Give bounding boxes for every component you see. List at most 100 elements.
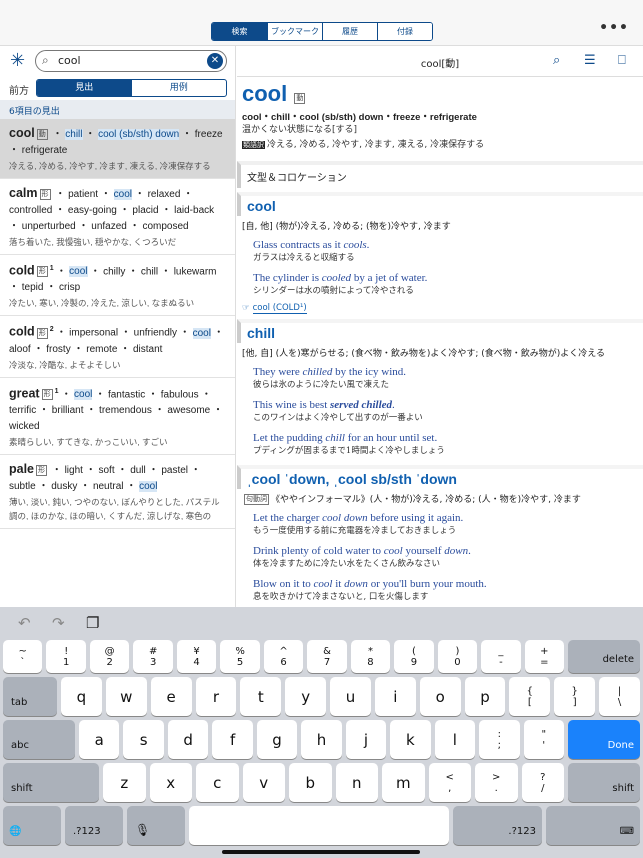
wildcard-icon[interactable]: ✳ — [10, 50, 25, 71]
subentry: ˌcool ˈdown, ˌcool sb/sth ˈdown 句動詞 《ややインフ… — [237, 465, 643, 607]
key[interactable]: z — [103, 763, 146, 802]
search-input[interactable]: ⌕ cool ✕ — [35, 50, 227, 72]
shift-key-right[interactable]: shift — [568, 763, 640, 802]
result-item[interactable]: great 形 1 ・ cool ・ fantastic ・ fabulous ・ … — [0, 378, 235, 455]
key[interactable]: t — [240, 677, 282, 716]
key[interactable]: ) 0 — [437, 640, 478, 673]
key[interactable]: + = — [524, 640, 565, 673]
result-item[interactable]: cool 動 ・ chill ・ cool (sb/sth) down ・ fre… — [0, 119, 235, 179]
key[interactable]: ? / — [521, 763, 564, 802]
key[interactable]: p — [464, 677, 506, 716]
key[interactable]: y — [285, 677, 327, 716]
key[interactable]: r — [195, 677, 237, 716]
done-key[interactable]: Done — [567, 720, 640, 759]
key[interactable]: ^ 6 — [263, 640, 304, 673]
ellipsis-icon[interactable]: ••• — [599, 20, 629, 36]
synonym: cool — [192, 327, 211, 339]
numbers-key-left[interactable]: .?123 — [65, 806, 123, 845]
mode-examples[interactable]: 用例 — [132, 80, 227, 96]
tab-appendix[interactable]: 付録 — [377, 23, 432, 40]
result-item[interactable]: calm 形 ・ patient ・ cool ・ relaxed ・ contr… — [0, 179, 235, 255]
key-shift-char: : — [497, 728, 501, 740]
delete-key[interactable]: delete — [568, 640, 641, 673]
key[interactable]: @2 — [89, 640, 130, 673]
key[interactable]: m — [382, 763, 425, 802]
key[interactable]: b — [289, 763, 332, 802]
key[interactable]: o — [419, 677, 461, 716]
key[interactable]: | \ — [599, 677, 640, 716]
bookmark-icon[interactable]: ⎕ — [618, 53, 626, 68]
key[interactable]: l — [434, 720, 476, 759]
result-item[interactable]: cold 形 1 ・ cool ・ chilly ・ chill ・ lukewar… — [0, 255, 235, 317]
shift-key-left[interactable]: shift — [3, 763, 99, 802]
key[interactable]: c — [196, 763, 239, 802]
key[interactable]: h — [301, 720, 342, 759]
key[interactable]: j — [345, 720, 387, 759]
key[interactable]: % 5 — [220, 640, 260, 673]
example: Drink plenty of cold water to cool yours… — [237, 541, 643, 574]
key[interactable]: <, — [428, 763, 471, 802]
key[interactable]: s — [123, 720, 164, 759]
key[interactable]: ¥4 — [176, 640, 217, 673]
search-icon[interactable]: ⌕ — [553, 53, 560, 68]
key[interactable]: _ - — [481, 640, 521, 673]
key[interactable]: :; — [479, 720, 520, 759]
key[interactable]: f — [212, 720, 253, 759]
redo-icon[interactable]: ↷ — [52, 614, 65, 632]
match-mode-label[interactable]: 前方 — [9, 82, 29, 97]
key[interactable]: v — [242, 763, 285, 802]
key[interactable]: ~ ` — [3, 640, 43, 673]
result-headword: pale — [9, 461, 35, 476]
key[interactable]: g — [256, 720, 298, 759]
key[interactable]: a — [79, 720, 120, 759]
tab-history[interactable]: 履歴 — [322, 23, 377, 40]
key[interactable]: n — [335, 763, 378, 802]
tab-search[interactable]: 検索 — [212, 23, 267, 40]
result-item[interactable]: pale 形 ・ light ・ soft ・ dull ・ pastel ・ s… — [0, 455, 235, 529]
clear-icon[interactable]: ✕ — [207, 53, 223, 69]
phrasal-verb-badge: 句動詞 — [244, 494, 269, 505]
synonym: cool (sb/sth) down — [98, 129, 180, 140]
keyboard-dismiss-icon[interactable]: ⌨ — [546, 806, 640, 845]
sense: [自, 他] (物が)冷える, 冷める; (物を)冷やす, 冷ます — [237, 216, 643, 235]
mode-headword[interactable]: 見出 — [37, 80, 132, 96]
key[interactable]: #3 — [133, 640, 173, 673]
space-key[interactable] — [189, 806, 449, 845]
key[interactable]: * 8 — [350, 640, 391, 673]
example: Let the pudding chill for an hour until … — [237, 428, 643, 461]
key[interactable]: k — [390, 720, 431, 759]
key[interactable]: u — [330, 677, 371, 716]
numbers-key-right[interactable]: .?123 — [453, 806, 542, 845]
microphone-icon[interactable]: 🎙 — [127, 806, 185, 845]
abc-key[interactable]: abc — [3, 720, 75, 759]
result-item[interactable]: cold 形 2 ・ impersonal ・ unfriendly ・ cool … — [0, 316, 235, 378]
search-query[interactable]: cool — [58, 54, 81, 67]
key[interactable]: d — [167, 720, 209, 759]
key[interactable]: }] — [554, 677, 596, 716]
paste-icon[interactable]: ❐ — [86, 614, 99, 632]
key[interactable]: & 7 — [307, 640, 347, 673]
key[interactable]: e — [150, 677, 192, 716]
globe-icon[interactable]: 🌐 — [3, 806, 61, 845]
key[interactable]: " ' — [523, 720, 564, 759]
key[interactable]: q — [61, 677, 102, 716]
key-shift-char: + — [540, 645, 549, 657]
menu-icon[interactable]: ☰ — [584, 53, 596, 68]
key[interactable]: x — [149, 763, 192, 802]
tab-bookmarks[interactable]: ブックマーク — [267, 23, 322, 40]
key[interactable]: (9 — [394, 640, 434, 673]
synonym: laid-back — [174, 205, 215, 216]
key[interactable]: w — [105, 677, 147, 716]
example: This wine is best served chilled. このワインはよ… — [237, 395, 643, 428]
key[interactable]: >. — [475, 763, 518, 802]
xref-link[interactable]: cool (COLD¹) — [252, 303, 307, 314]
tab-key[interactable]: tab — [3, 677, 57, 716]
key[interactable]: ! 1 — [46, 640, 86, 673]
key[interactable]: {[ — [509, 677, 551, 716]
key-shift-char: ~ — [18, 645, 27, 657]
synonym: unperturbed — [21, 221, 76, 232]
pointing-hand-icon: ☞ — [242, 303, 253, 313]
key[interactable]: i — [374, 677, 416, 716]
synonym: cool — [69, 266, 88, 278]
undo-icon[interactable]: ↶ — [18, 614, 31, 632]
